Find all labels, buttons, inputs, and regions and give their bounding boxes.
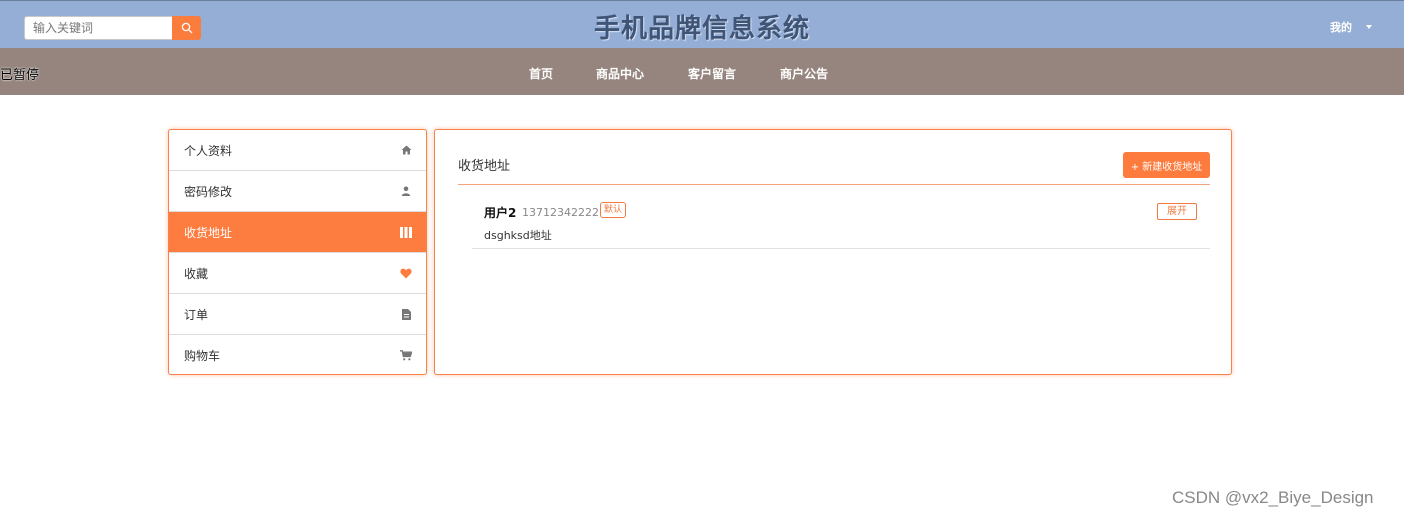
address-name: 用户2 xyxy=(484,206,517,220)
default-badge: 默认 xyxy=(600,202,627,218)
nav-item-home[interactable]: 首页 xyxy=(529,65,553,82)
divider xyxy=(458,184,1210,185)
user-menu[interactable]: 我的 xyxy=(1330,19,1372,35)
nav-item-messages[interactable]: 客户留言 xyxy=(688,65,736,82)
address-item[interactable]: 用户2 13712342222 默认 dsghksd地址 展开 xyxy=(472,199,1210,249)
sidebar: 个人资料 密码修改 收货地址 收藏 订单 购物车 xyxy=(168,129,427,375)
sidebar-item-label: 收藏 xyxy=(184,266,209,281)
sidebar-item-favorites[interactable]: 收藏 xyxy=(169,253,426,294)
sidebar-item-orders[interactable]: 订单 xyxy=(169,294,426,335)
heart-icon xyxy=(400,267,412,279)
user-menu-label: 我的 xyxy=(1330,21,1352,34)
top-bar: 手机品牌信息系统 我的 xyxy=(0,0,1404,48)
sidebar-item-label: 密码修改 xyxy=(184,184,233,199)
address-phone: 13712342222 xyxy=(522,206,599,219)
sidebar-item-address[interactable]: 收货地址 xyxy=(169,212,426,253)
address-panel: 收货地址 + 新建收货地址 用户2 13712342222 默认 dsghksd… xyxy=(434,129,1232,375)
watermark: CSDN @vx2_Biye_Design xyxy=(1172,488,1374,507)
caret-down-icon xyxy=(1366,25,1372,29)
sidebar-item-label: 购物车 xyxy=(184,349,221,363)
user-icon xyxy=(400,185,412,197)
sidebar-item-cart[interactable]: 购物车 xyxy=(169,335,426,374)
address-detail: dsghksd地址 xyxy=(484,229,552,242)
sidebar-item-label: 订单 xyxy=(184,307,209,322)
home-icon xyxy=(400,144,412,156)
sidebar-item-profile[interactable]: 个人资料 xyxy=(169,130,426,171)
panel-title: 收货地址 xyxy=(458,159,511,174)
add-address-button[interactable]: + 新建收货地址 xyxy=(1123,152,1210,178)
expand-button[interactable]: 展开 xyxy=(1157,203,1197,220)
sidebar-item-label: 收货地址 xyxy=(184,225,233,240)
sidebar-item-password[interactable]: 密码修改 xyxy=(169,171,426,212)
columns-icon xyxy=(400,226,412,238)
nav-bar: 已暂停 首页 商品中心 客户留言 商户公告 xyxy=(0,48,1404,95)
sidebar-item-label: 个人资料 xyxy=(184,143,233,158)
nav-item-products[interactable]: 商品中心 xyxy=(596,65,644,82)
paused-label: 已暂停 xyxy=(0,68,40,83)
site-title: 手机品牌信息系统 xyxy=(593,14,810,44)
cart-icon xyxy=(400,349,412,361)
nav-item-announcements[interactable]: 商户公告 xyxy=(780,65,828,82)
file-icon xyxy=(400,308,412,320)
